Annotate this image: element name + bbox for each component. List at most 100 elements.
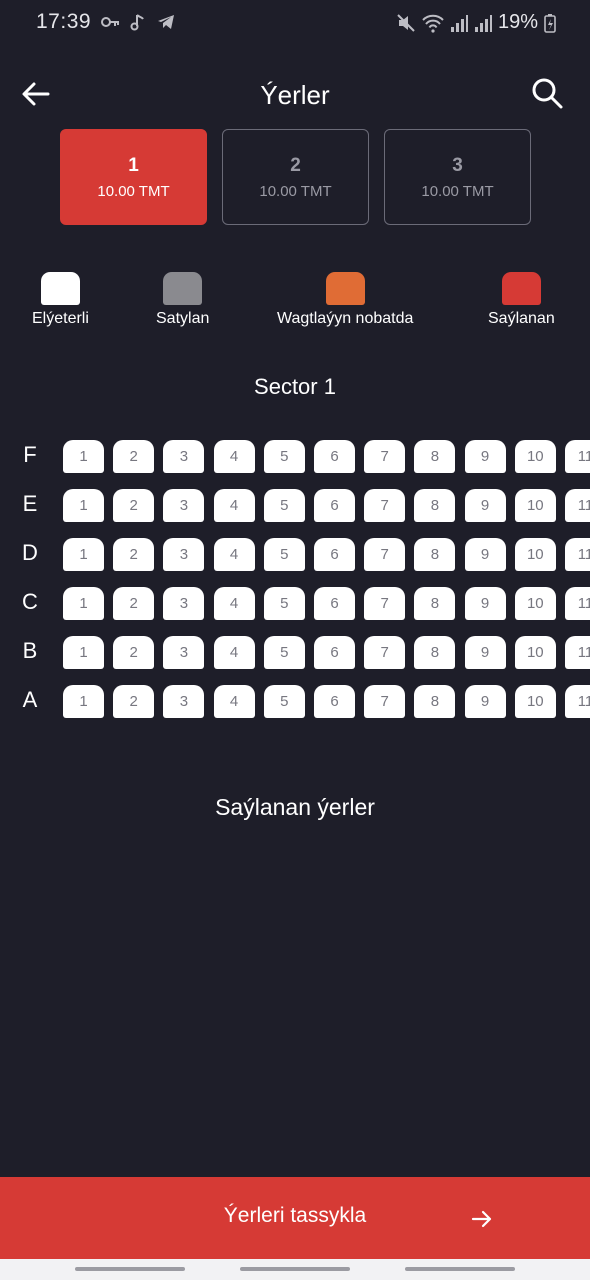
seat[interactable]: 11	[565, 636, 590, 669]
row-label: C	[22, 589, 38, 614]
seat[interactable]: 6	[314, 636, 355, 669]
seat[interactable]: 8	[414, 489, 456, 522]
seat[interactable]: 6	[314, 538, 355, 571]
seat[interactable]: 9	[464, 587, 506, 620]
row-label: F	[23, 442, 37, 467]
seat[interactable]: 4	[213, 587, 255, 620]
arrow-right-icon	[471, 1210, 492, 1228]
nav-home-handle[interactable]	[240, 1267, 350, 1271]
seat[interactable]: 10	[514, 538, 556, 571]
seat[interactable]: 2	[113, 538, 155, 571]
tariff-price: 10.00 TMT	[97, 182, 170, 200]
notification-icons	[100, 12, 176, 32]
seat[interactable]: 7	[364, 440, 406, 473]
seat[interactable]: 1	[63, 685, 104, 718]
seat[interactable]: 8	[414, 587, 456, 620]
system-icons: 19%	[396, 11, 556, 34]
sector-title: Sector 1	[254, 374, 336, 399]
seat[interactable]: 3	[163, 685, 205, 718]
row-label: D	[22, 540, 38, 565]
legend-sold: Satylan	[156, 272, 209, 328]
seat[interactable]: 2	[113, 489, 155, 522]
seat[interactable]: 9	[464, 489, 506, 522]
seat-legend: Elýeterli Satylan Wagtlaýyn nobatda Saýl…	[0, 272, 590, 332]
seat[interactable]: 9	[464, 538, 506, 571]
nav-back-handle[interactable]	[405, 1267, 515, 1271]
tariff-number: 2	[290, 154, 301, 176]
legend-reserved: Wagtlaýyn nobatda	[277, 272, 413, 328]
seat[interactable]: 5	[263, 489, 305, 522]
seat[interactable]: 10	[514, 489, 556, 522]
seat[interactable]: 7	[364, 685, 406, 718]
search-button[interactable]	[530, 76, 564, 110]
seat[interactable]: 2	[113, 587, 155, 620]
seat[interactable]: 8	[414, 538, 456, 571]
nav-recents-handle[interactable]	[75, 1267, 185, 1271]
seat[interactable]: 10	[514, 440, 556, 473]
seat[interactable]: 10	[514, 685, 556, 718]
legend-label: Saýlanan	[488, 310, 555, 327]
seat[interactable]: 3	[163, 440, 205, 473]
seat[interactable]: 7	[364, 489, 406, 522]
seat[interactable]: 7	[364, 636, 406, 669]
seat[interactable]: 11	[565, 440, 590, 473]
confirm-seats-button[interactable]: Ýerleri tassykla	[0, 1177, 590, 1259]
confirm-label: Ýerleri tassykla	[223, 1204, 367, 1227]
seat[interactable]: 5	[263, 538, 305, 571]
legend-swatch	[325, 272, 365, 305]
seat[interactable]: 4	[213, 440, 255, 473]
seat[interactable]: 2	[113, 636, 155, 669]
seat[interactable]: 6	[314, 587, 355, 620]
battery-percent: 19%	[497, 11, 538, 33]
tariff-price: 10.00 TMT	[259, 182, 332, 200]
legend-label: Satylan	[156, 310, 210, 327]
seat[interactable]: 6	[314, 685, 355, 718]
seat[interactable]: 3	[163, 538, 205, 571]
tariff-tab-3[interactable]: 3 10.00 TMT	[384, 129, 531, 225]
seat[interactable]: 8	[414, 685, 456, 718]
battery-icon	[544, 13, 556, 33]
seat[interactable]: 10	[514, 636, 556, 669]
seat[interactable]: 9	[464, 685, 506, 718]
seat[interactable]: 9	[464, 636, 506, 669]
seat[interactable]: 3	[163, 587, 205, 620]
seat[interactable]: 8	[414, 636, 456, 669]
seat[interactable]: 4	[213, 636, 255, 669]
search-icon	[532, 78, 563, 109]
seat[interactable]: 6	[314, 440, 355, 473]
seat[interactable]: 8	[414, 440, 456, 473]
seat[interactable]: 1	[63, 538, 104, 571]
seat[interactable]: 5	[263, 636, 305, 669]
signal-icon	[474, 14, 492, 32]
seat[interactable]: 3	[163, 489, 205, 522]
tariff-tab-1[interactable]: 1 10.00 TMT	[60, 129, 207, 225]
seat[interactable]: 4	[213, 685, 255, 718]
seat[interactable]: 11	[565, 538, 590, 571]
seat[interactable]: 7	[364, 538, 406, 571]
seat[interactable]: 11	[565, 587, 590, 620]
seat[interactable]: 5	[263, 685, 305, 718]
seat[interactable]: 11	[565, 685, 590, 718]
tariff-tab-2[interactable]: 2 10.00 TMT	[222, 129, 369, 225]
seat[interactable]: 11	[565, 489, 590, 522]
seat[interactable]: 10	[514, 587, 556, 620]
seat[interactable]: 5	[263, 587, 305, 620]
seat[interactable]: 2	[113, 685, 155, 718]
legend-label: Wagtlaýyn nobatda	[277, 310, 414, 327]
seat-row: A 1 2 3 4 5 6 7 8 9 10 11	[0, 685, 590, 718]
seat[interactable]: 3	[163, 636, 205, 669]
seat[interactable]: 9	[464, 440, 506, 473]
row-label: B	[22, 638, 38, 663]
seat-row: B 1 2 3 4 5 6 7 8 9 10 11	[0, 636, 590, 669]
seat[interactable]: 1	[63, 587, 104, 620]
seat[interactable]: 4	[213, 538, 255, 571]
seat[interactable]: 5	[263, 440, 305, 473]
seat[interactable]: 7	[364, 587, 406, 620]
seat[interactable]: 2	[113, 440, 155, 473]
seat[interactable]: 1	[63, 489, 104, 522]
seat[interactable]: 1	[63, 636, 104, 669]
seat[interactable]: 6	[314, 489, 355, 522]
seat[interactable]: 4	[213, 489, 255, 522]
seat-row: F 1 2 3 4 5 6 7 8 9 10 11	[0, 440, 590, 473]
seat[interactable]: 1	[63, 440, 104, 473]
